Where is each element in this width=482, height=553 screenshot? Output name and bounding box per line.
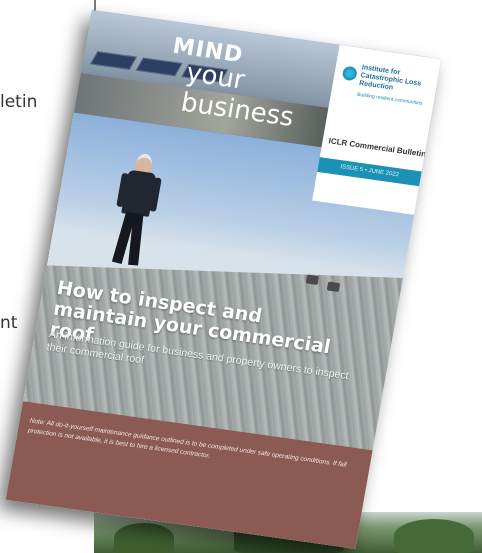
iclr-logo-icon [341, 65, 358, 82]
header-photo: MIND your business [73, 10, 340, 148]
solar-panel [135, 57, 183, 77]
side-text-fragment-top: letin [0, 92, 38, 112]
tree-shape [114, 523, 174, 553]
bulletin-cover: MIND your business Institute for Catastr… [5, 10, 442, 549]
bulletin-title: ICLR Commercial Bulletin [327, 136, 427, 159]
tree-shape [394, 519, 474, 553]
roof-vent [326, 281, 341, 293]
cover-page: MIND your business Institute for Catastr… [5, 10, 442, 549]
solar-panel [89, 51, 138, 70]
roof-vent [305, 274, 320, 286]
side-text-fragment-bottom: nt [0, 313, 18, 333]
roof-inspector-figure [106, 151, 166, 271]
